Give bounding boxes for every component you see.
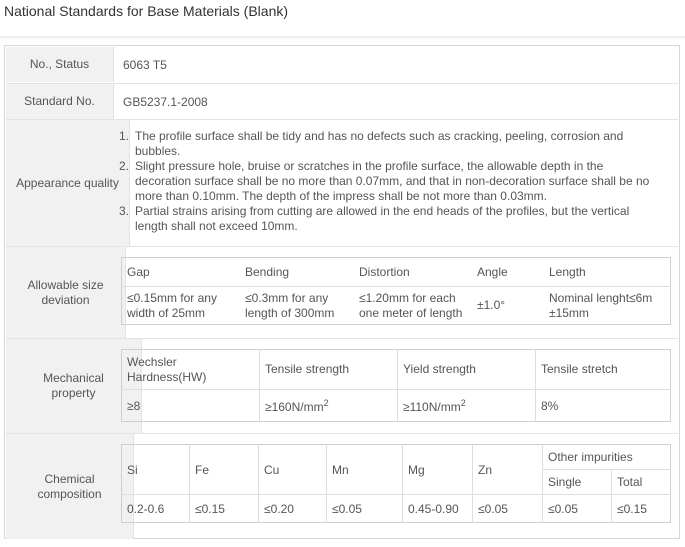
table-cell: ≤0.15 <box>611 494 671 523</box>
table-cell: ≥110N/mm2 <box>397 389 536 422</box>
table-header: Bending <box>240 257 354 287</box>
row-label: Appearance quality <box>6 120 130 246</box>
table-cell: ≤0.20 <box>258 494 327 523</box>
appearance-list: 1. The profile surface shall be tidy and … <box>119 129 659 234</box>
row-value: GB5237.1-2008 <box>114 84 678 119</box>
list-text: Slight pressure hole, bruise or scratche… <box>135 159 650 203</box>
table-cell: ≤0.05 <box>542 494 612 523</box>
table-cell: ≥8 <box>127 398 141 413</box>
list-item: 3. Partial strains arising from cutting a… <box>119 204 659 234</box>
table-header: Mn <box>326 444 403 495</box>
list-item: 2. Slight pressure hole, bruise or scratc… <box>119 159 659 204</box>
table-cell: 0.45-0.90 <box>402 494 473 523</box>
row-label: Standard No. <box>6 84 114 119</box>
row-value: 6063 T5 <box>114 47 678 82</box>
row-label: No., Status <box>6 47 114 82</box>
unit-superscript: 2 <box>323 397 329 408</box>
chemical-table: Si Fe Cu Mn Mg Zn Other impurities Singl… <box>121 444 671 523</box>
standard-value: GB5237.1-2008 <box>123 94 208 109</box>
row-appearance: Appearance quality 1. The profile surface… <box>6 119 678 246</box>
row-standard: Standard No. GB5237.1-2008 <box>6 83 678 119</box>
list-text: Partial strains arising from cutting are… <box>135 204 630 233</box>
table-cell: 0.2-0.6 <box>127 501 165 516</box>
row-label: Allowable size deviation <box>6 247 126 338</box>
spec-table: No., Status 6063 T5 Standard No. GB5237.… <box>4 45 680 539</box>
row-value: Si Fe Cu Mn Mg Zn Other impurities Singl… <box>114 434 678 539</box>
row-value: 1. The profile surface shall be tidy and … <box>114 120 678 246</box>
table-header: Yield strength <box>397 349 536 390</box>
table-header: Fe <box>189 444 259 495</box>
table-header: Cu <box>258 444 327 495</box>
table-cell: ≤0.05 <box>472 494 543 523</box>
table-header: Tensile stretch <box>535 349 671 390</box>
list-number: 2. <box>119 159 130 173</box>
row-value: Wechsler Hardness(HW) Tensile strength Y… <box>114 339 678 433</box>
table-header: Gap <box>121 257 240 287</box>
table-cell: ≤1.20mm for each one meter of length <box>359 290 463 320</box>
title-divider <box>0 36 685 39</box>
table-cell: ≤0.05 <box>326 494 403 523</box>
row-mechanical: Mechanical property Wechsler Hardness(HW… <box>6 338 678 433</box>
size-table: Gap Bending Distortion Angle Length ≤0.1… <box>121 257 671 325</box>
table-header: Mg <box>402 444 473 495</box>
table-header: Distortion <box>354 257 472 287</box>
table-cell: 8% <box>535 389 671 422</box>
row-chemical: Chemical composition Si Fe Cu Mn Mg Zn O… <box>6 433 678 539</box>
page-title: National Standards for Base Materials (B… <box>4 3 289 19</box>
table-header: Single <box>542 469 612 495</box>
table-header: Wechsler Hardness(HW) <box>121 349 260 390</box>
table-cell: ≤0.3mm for any length of 300mm <box>245 290 335 320</box>
list-number: 3. <box>119 204 130 218</box>
row-size-deviation: Allowable size deviation Gap Bending Dis… <box>6 246 678 338</box>
status-value: 6063 T5 <box>123 57 167 72</box>
table-header: Tensile strength <box>259 349 398 390</box>
impurities-header: Other impurities <box>542 444 671 470</box>
table-header: Total <box>611 469 671 495</box>
table-cell: ≤0.15 <box>189 494 259 523</box>
tensile-value: ≥160N/mm <box>265 399 324 414</box>
row-value: Gap Bending Distortion Angle Length ≤0.1… <box>114 247 678 338</box>
unit-superscript: 2 <box>460 397 466 408</box>
table-header: Angle <box>472 257 544 287</box>
mechanical-table: Wechsler Hardness(HW) Tensile strength Y… <box>121 349 671 422</box>
list-number: 1. <box>119 129 130 143</box>
list-text: The profile surface shall be tidy and ha… <box>135 129 624 158</box>
row-status: No., Status 6063 T5 <box>6 47 678 82</box>
table-header: Zn <box>472 444 543 495</box>
table-cell: ±1.0° <box>477 298 506 312</box>
table-cell: Nominal lenght≤6m ±15mm <box>549 290 653 320</box>
table-header: Si <box>121 444 190 495</box>
table-cell: ≥160N/mm2 <box>259 389 398 422</box>
yield-value: ≥110N/mm <box>403 399 461 414</box>
table-cell: ≤0.15mm for any width of 25mm <box>127 290 217 320</box>
list-item: 1. The profile surface shall be tidy and … <box>119 129 659 159</box>
table-header: Length <box>544 257 671 287</box>
